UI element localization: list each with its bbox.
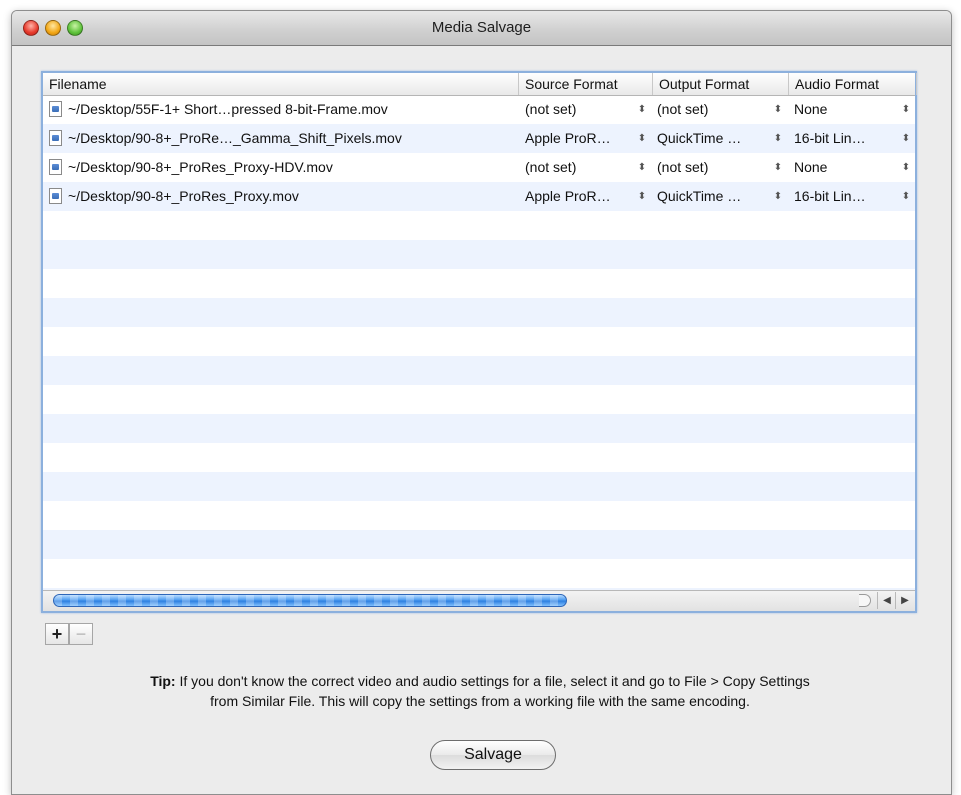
popup-arrows-icon: ⬍ — [773, 191, 783, 202]
output-format-popup[interactable]: (not set) — [657, 95, 765, 124]
popup-arrows-icon: ⬍ — [637, 133, 647, 144]
table-row[interactable]: ~/Desktop/90-8+_ProRe…_Gamma_Shift_Pixel… — [43, 124, 915, 153]
scroll-left-icon[interactable]: ◀ — [877, 592, 896, 609]
popup-arrows-icon: ⬍ — [901, 191, 911, 202]
popup-arrows-icon: ⬍ — [901, 133, 911, 144]
horizontal-scrollbar[interactable]: ◀ ▶ — [43, 590, 915, 611]
column-header-source-format[interactable]: Source Format — [519, 73, 653, 95]
tip-line-1: If you don't know the correct video and … — [175, 673, 810, 689]
scroll-right-icon[interactable]: ▶ — [895, 592, 914, 609]
popup-arrows-icon: ⬍ — [773, 133, 783, 144]
media-salvage-window: Media Salvage Filename Source Format Out… — [11, 10, 952, 795]
table-header: Filename Source Format Output Format Aud… — [43, 73, 917, 96]
output-format-popup[interactable]: QuickTime … — [657, 124, 765, 153]
popup-arrows-icon: ⬍ — [637, 162, 647, 173]
source-format-popup[interactable]: (not set) — [525, 153, 633, 182]
filename-cell: ~/Desktop/90-8+_ProRes_Proxy-HDV.mov — [68, 159, 333, 175]
popup-arrows-icon: ⬍ — [637, 191, 647, 202]
column-header-output-format[interactable]: Output Format — [653, 73, 789, 95]
filename-cell: ~/Desktop/90-8+_ProRe…_Gamma_Shift_Pixel… — [68, 130, 402, 146]
movie-file-icon — [49, 159, 62, 175]
source-format-popup[interactable]: (not set) — [525, 95, 633, 124]
window-title: Media Salvage — [431, 19, 532, 36]
remove-file-button[interactable]: − — [69, 623, 93, 645]
popup-arrows-icon: ⬍ — [901, 162, 911, 173]
scrollbar-thumb[interactable] — [53, 594, 567, 607]
movie-file-icon — [49, 101, 62, 117]
popup-arrows-icon: ⬍ — [901, 104, 911, 115]
table-row[interactable]: ~/Desktop/90-8+_ProRes_Proxy-HDV.mov (no… — [43, 153, 915, 182]
column-header-filename[interactable]: Filename — [43, 73, 519, 95]
source-format-popup[interactable]: Apple ProR… — [525, 182, 633, 211]
movie-file-icon — [49, 188, 62, 204]
popup-arrows-icon: ⬍ — [773, 162, 783, 173]
output-format-popup[interactable]: QuickTime … — [657, 182, 765, 211]
popup-arrows-icon: ⬍ — [637, 104, 647, 115]
audio-format-popup[interactable]: None — [794, 95, 894, 124]
tip-text: Tip: If you don't know the correct video… — [42, 671, 918, 711]
audio-format-popup[interactable]: None — [794, 153, 894, 182]
movie-file-icon — [49, 130, 62, 146]
file-table[interactable]: Filename Source Format Output Format Aud… — [41, 71, 917, 613]
tip-label: Tip: — [150, 673, 176, 689]
source-format-popup[interactable]: Apple ProR… — [525, 124, 633, 153]
salvage-button[interactable]: Salvage — [430, 740, 556, 770]
popup-arrows-icon: ⬍ — [773, 104, 783, 115]
add-file-button[interactable]: + — [45, 623, 69, 645]
audio-format-popup[interactable]: 16-bit Lin… — [794, 182, 894, 211]
table-body: ~/Desktop/55F-1+ Short…pressed 8-bit-Fra… — [43, 95, 915, 593]
title-bar[interactable]: Media Salvage — [12, 11, 951, 46]
tip-line-2: from Similar File. This will copy the se… — [210, 693, 750, 709]
column-header-audio-format[interactable]: Audio Format — [789, 73, 917, 95]
table-row[interactable]: ~/Desktop/55F-1+ Short…pressed 8-bit-Fra… — [43, 95, 915, 124]
audio-format-popup[interactable]: 16-bit Lin… — [794, 124, 894, 153]
output-format-popup[interactable]: (not set) — [657, 153, 765, 182]
filename-cell: ~/Desktop/55F-1+ Short…pressed 8-bit-Fra… — [68, 101, 388, 117]
scrollbar-track-end — [859, 594, 871, 607]
filename-cell: ~/Desktop/90-8+_ProRes_Proxy.mov — [68, 188, 299, 204]
table-row[interactable]: ~/Desktop/90-8+_ProRes_Proxy.mov Apple P… — [43, 182, 915, 211]
